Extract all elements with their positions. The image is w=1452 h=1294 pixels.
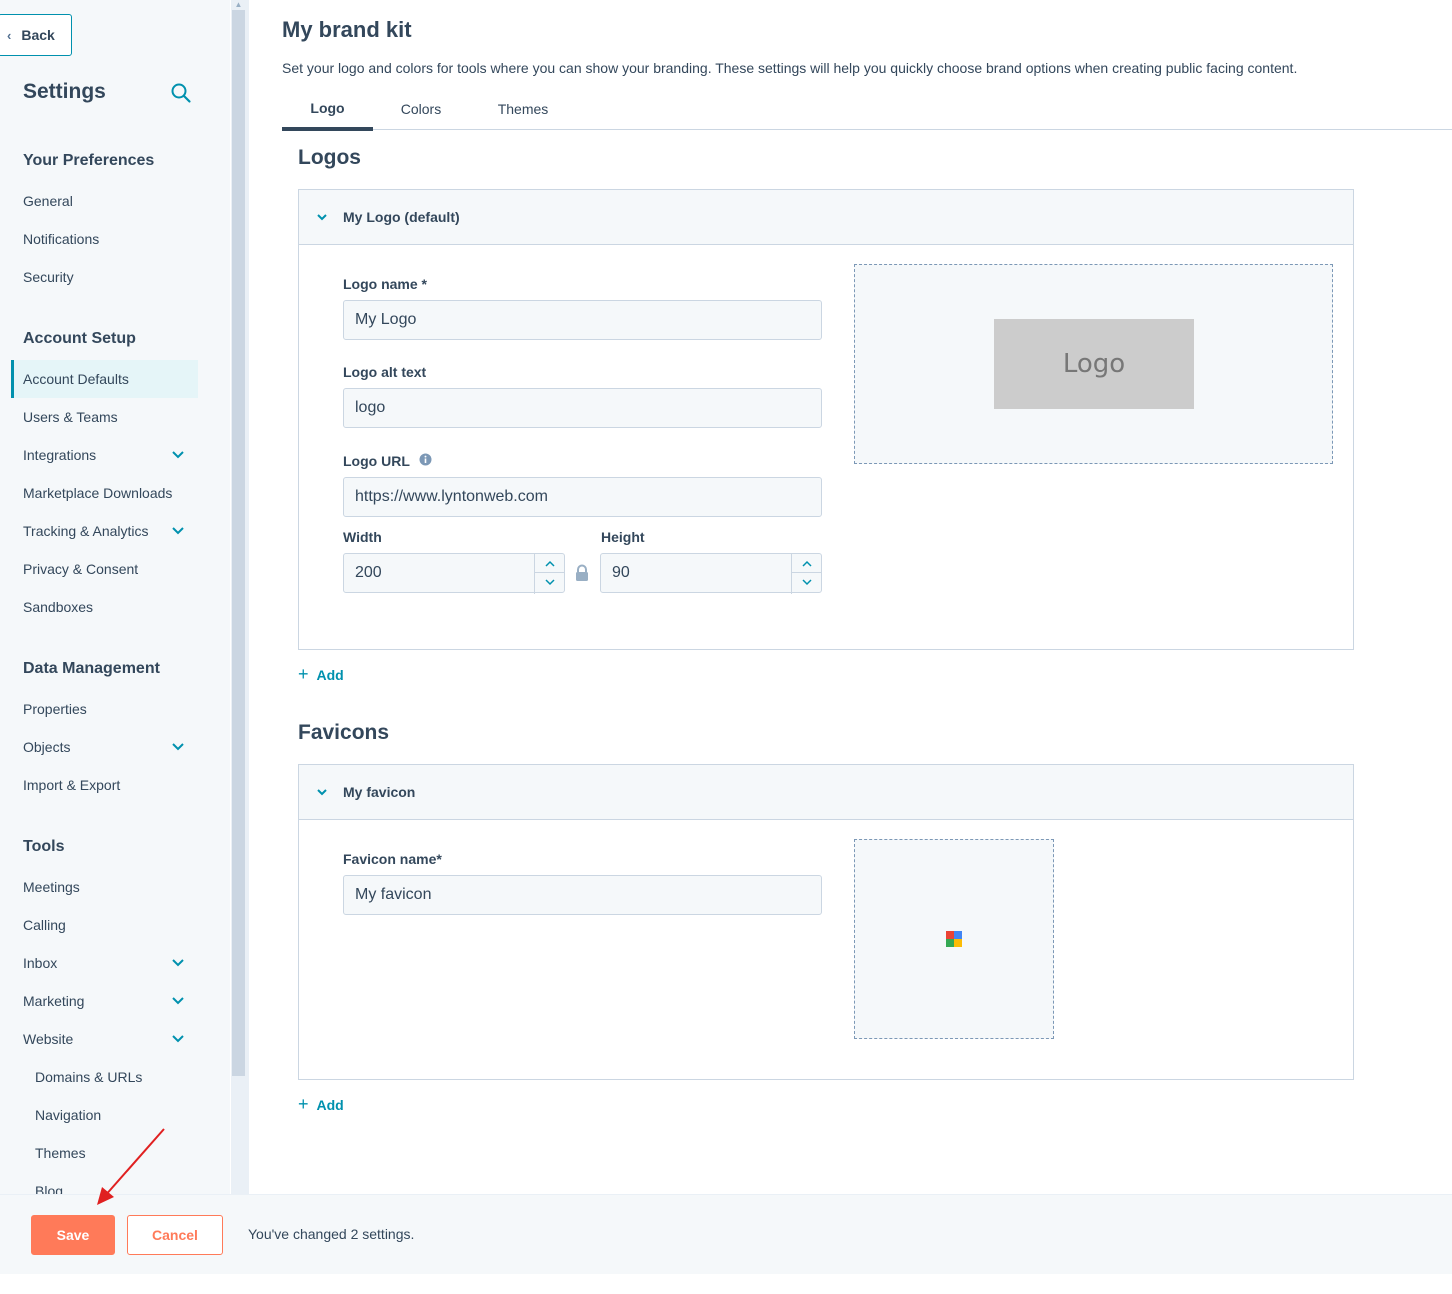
chevron-down-icon[interactable] — [170, 739, 186, 755]
add-logo-label: Add — [316, 666, 344, 683]
increment-button[interactable] — [792, 554, 821, 573]
logo-panel-header[interactable]: My Logo (default) — [299, 190, 1353, 245]
annotation-arrow-icon — [97, 1128, 165, 1205]
sidebar-item-meetings[interactable]: Meetings — [23, 868, 198, 906]
chevron-down-icon — [801, 579, 812, 586]
chevron-down-icon[interactable] — [315, 785, 329, 799]
sidebar-item-calling[interactable]: Calling — [23, 906, 198, 944]
info-icon[interactable] — [419, 453, 432, 466]
sidebar-item-properties[interactable]: Properties — [23, 690, 198, 728]
chevron-left-icon: ‹ — [7, 27, 12, 43]
sidebar-item-import-export[interactable]: Import & Export — [23, 766, 198, 804]
decrement-button[interactable] — [792, 573, 821, 592]
favicon-panel: My favicon — [298, 764, 1354, 1080]
height-label: Height — [601, 529, 645, 545]
back-label: Back — [21, 27, 55, 43]
favicon-name-input[interactable]: My favicon — [343, 875, 822, 915]
chevron-down-icon[interactable] — [170, 447, 186, 463]
cancel-button[interactable]: Cancel — [127, 1215, 223, 1255]
chevron-down-icon[interactable] — [315, 210, 329, 224]
favicon-upload-dropzone[interactable] — [854, 839, 1054, 1039]
sidebar-item-notifications[interactable]: Notifications — [23, 220, 198, 258]
width-value: 200 — [355, 564, 382, 581]
favicon-name-label: Favicon name* — [343, 851, 442, 867]
logo-upload-dropzone[interactable]: Logo — [854, 264, 1333, 464]
scroll-up-icon[interactable]: ▲ — [233, 0, 244, 10]
sidebar-item-domains-urls[interactable]: Domains & URLs — [35, 1058, 210, 1096]
sidebar-item-users-teams[interactable]: Users & Teams — [23, 398, 198, 436]
chevron-up-icon — [801, 560, 812, 567]
save-button[interactable]: Save — [31, 1215, 115, 1255]
width-stepper — [534, 554, 564, 594]
section-tools: Tools — [23, 838, 65, 855]
logo-alt-label: Logo alt text — [343, 364, 427, 380]
chevron-down-icon[interactable] — [170, 1031, 186, 1047]
back-button[interactable]: ‹ Back — [0, 14, 72, 56]
height-input[interactable]: 90 — [600, 553, 822, 594]
favicon-preview-icon — [946, 931, 962, 947]
favicons-heading: Favicons — [298, 721, 390, 744]
width-label: Width — [343, 529, 382, 545]
search-icon[interactable] — [170, 82, 192, 104]
sidebar-scrollbar[interactable]: ▲ — [231, 0, 246, 1194]
section-data-management: Data Management — [23, 660, 160, 677]
changes-message: You've changed 2 settings. — [248, 1226, 415, 1242]
increment-button[interactable] — [535, 554, 564, 573]
height-stepper — [791, 554, 821, 594]
sidebar-item-general[interactable]: General — [23, 182, 198, 220]
tab-colors[interactable]: Colors — [385, 88, 457, 129]
add-favicon-link[interactable]: + Add — [298, 1094, 344, 1115]
tab-themes[interactable]: Themes — [487, 88, 559, 129]
sidebar-item-sandboxes[interactable]: Sandboxes — [23, 588, 198, 626]
add-logo-link[interactable]: + Add — [298, 664, 344, 685]
scrollbar-thumb[interactable] — [232, 10, 245, 1076]
add-favicon-label: Add — [316, 1096, 344, 1113]
save-bar: Save Cancel You've changed 2 settings. — [0, 1194, 1452, 1274]
favicon-panel-header[interactable]: My favicon — [299, 765, 1353, 820]
section-account-setup: Account Setup — [23, 330, 136, 347]
width-input[interactable]: 200 — [343, 553, 565, 594]
page-description: Set your logo and colors for tools where… — [282, 60, 1298, 76]
logo-name-input[interactable]: My Logo — [343, 300, 822, 340]
logo-preview-image: Logo — [994, 319, 1194, 409]
page-title: My brand kit — [282, 17, 412, 42]
lock-icon[interactable] — [574, 564, 590, 582]
plus-icon: + — [298, 1094, 309, 1114]
tab-logo[interactable]: Logo — [282, 88, 373, 131]
plus-icon: + — [298, 664, 309, 684]
logo-url-input[interactable]: https://www.lyntonweb.com — [343, 477, 822, 517]
logo-url-label: Logo URL — [343, 453, 410, 469]
settings-sidebar: ‹ Back Settings Your Preferences General… — [0, 0, 230, 1194]
sidebar-item-marketplace-downloads[interactable]: Marketplace Downloads — [23, 474, 198, 512]
chevron-down-icon[interactable] — [170, 993, 186, 1009]
sidebar-divider — [246, 0, 249, 1194]
section-your-preferences: Your Preferences — [23, 152, 155, 169]
sidebar-item-security[interactable]: Security — [23, 258, 198, 296]
brand-kit-tabs: Logo Colors Themes — [282, 88, 1452, 131]
logo-panel-title: My Logo (default) — [343, 209, 460, 225]
sidebar-item-privacy-consent[interactable]: Privacy & Consent — [23, 550, 198, 588]
logo-alt-input[interactable]: logo — [343, 388, 822, 428]
height-value: 90 — [612, 564, 630, 581]
logos-heading: Logos — [298, 146, 361, 169]
settings-title: Settings — [23, 80, 106, 103]
chevron-down-icon[interactable] — [170, 523, 186, 539]
chevron-down-icon[interactable] — [170, 955, 186, 971]
favicon-panel-title: My favicon — [343, 784, 416, 800]
decrement-button[interactable] — [535, 573, 564, 592]
chevron-down-icon — [544, 579, 555, 586]
chevron-up-icon — [544, 560, 555, 567]
logo-name-label: Logo name * — [343, 276, 428, 292]
sidebar-item-account-defaults[interactable]: Account Defaults — [11, 360, 198, 398]
